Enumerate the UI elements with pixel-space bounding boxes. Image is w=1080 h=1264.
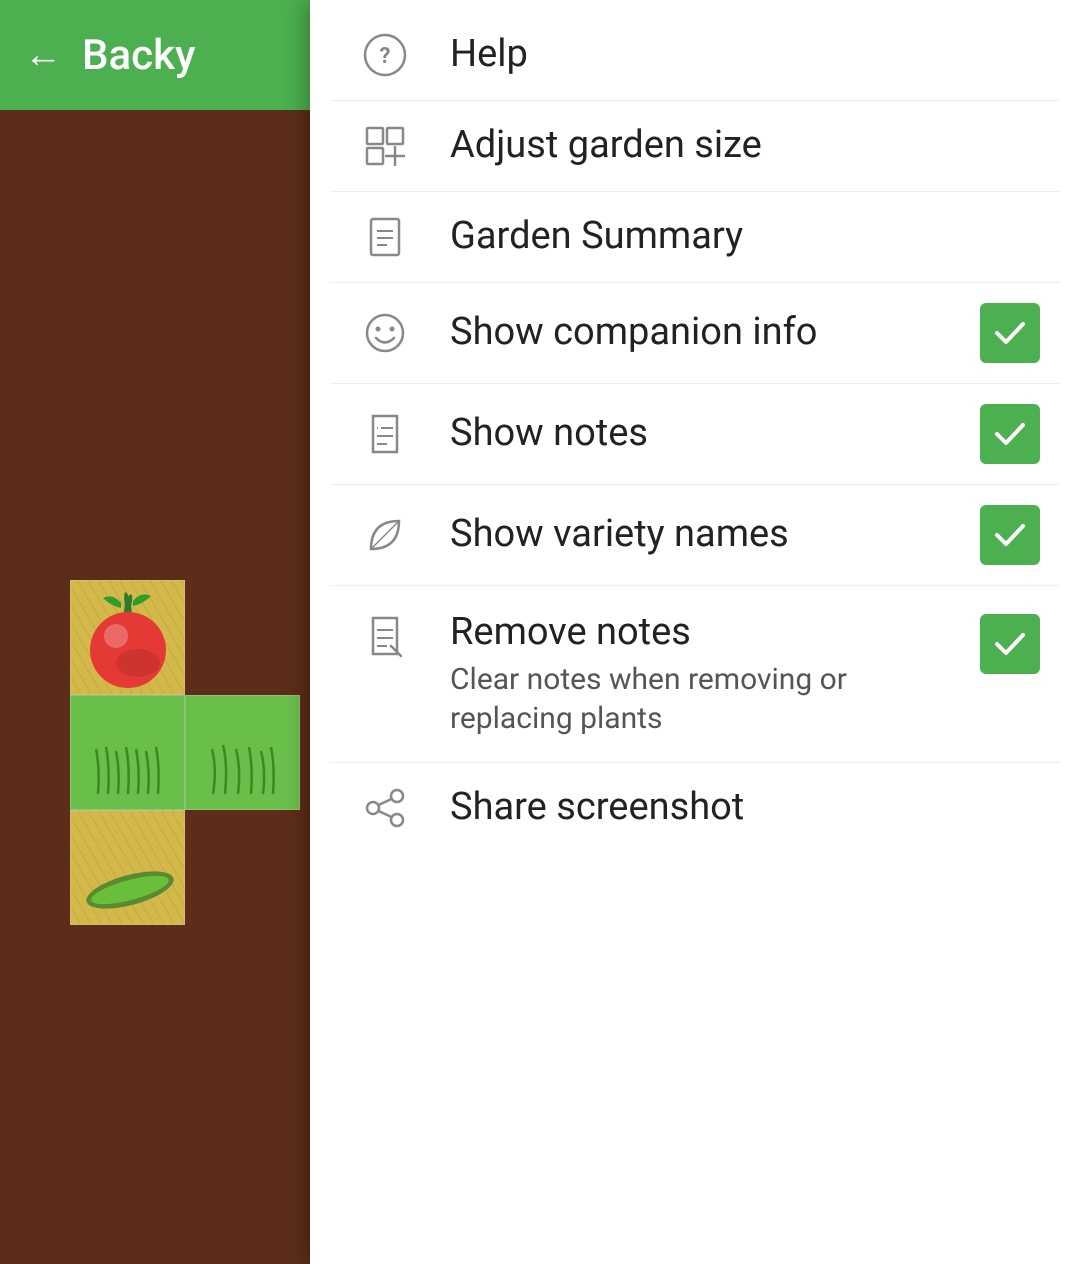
help-icon: ? xyxy=(350,33,420,77)
grid-row-2 xyxy=(70,695,310,810)
checkbox-variety[interactable] xyxy=(980,505,1040,565)
menu-text-share: Share screenshot xyxy=(450,785,1040,831)
note-icon xyxy=(350,412,420,456)
garden-area xyxy=(0,110,310,1264)
svg-text:?: ? xyxy=(380,44,391,69)
garden-grid xyxy=(70,580,310,925)
menu-item-show-variety[interactable]: Show variety names xyxy=(310,485,1080,585)
menu-item-show-notes[interactable]: Show notes xyxy=(310,384,1080,484)
menu-text-notes: Show notes xyxy=(450,411,960,457)
menu-text-variety: Show variety names xyxy=(450,512,960,558)
document-icon xyxy=(350,215,420,259)
menu-item-garden-summary[interactable]: Garden Summary xyxy=(310,192,1080,282)
checkbox-companion[interactable] xyxy=(980,303,1040,363)
leaf-icon xyxy=(350,513,420,557)
smiley-icon xyxy=(350,311,420,355)
grid-plus-icon xyxy=(350,124,420,168)
menu-item-help[interactable]: ? Help xyxy=(310,10,1080,100)
checkbox-remove-notes[interactable] xyxy=(980,614,1040,674)
back-button[interactable]: ← xyxy=(24,36,62,74)
menu-item-show-companion[interactable]: Show companion info xyxy=(310,283,1080,383)
grid-row-1 xyxy=(70,580,310,695)
menu-text-help: Help xyxy=(450,32,1040,78)
grid-cell-grass-2[interactable] xyxy=(185,695,300,810)
dropdown-menu: ? Help Adjust garden size xyxy=(310,0,1080,1264)
menu-item-adjust-garden[interactable]: Adjust garden size xyxy=(310,101,1080,191)
grid-cell-grass-1[interactable] xyxy=(70,695,185,810)
menu-item-share-screenshot[interactable]: Share screenshot xyxy=(310,763,1080,853)
menu-text-adjust: Adjust garden size xyxy=(450,123,1040,169)
grid-cell-tomato[interactable] xyxy=(70,580,185,695)
checkbox-notes[interactable] xyxy=(980,404,1040,464)
toolbar: ← Backy xyxy=(0,0,310,110)
menu-text-summary: Garden Summary xyxy=(450,214,1040,260)
menu-item-remove-notes[interactable]: Remove notes Clear notes when removing o… xyxy=(310,586,1080,762)
remove-note-icon xyxy=(350,614,420,658)
toolbar-title: Backy xyxy=(82,31,196,80)
menu-text-companion: Show companion info xyxy=(450,310,960,356)
grid-cell-cucumber[interactable] xyxy=(70,810,185,925)
share-icon xyxy=(350,786,420,830)
menu-text-remove-notes: Remove notes Clear notes when removing o… xyxy=(450,610,960,738)
grid-row-3 xyxy=(70,810,310,925)
